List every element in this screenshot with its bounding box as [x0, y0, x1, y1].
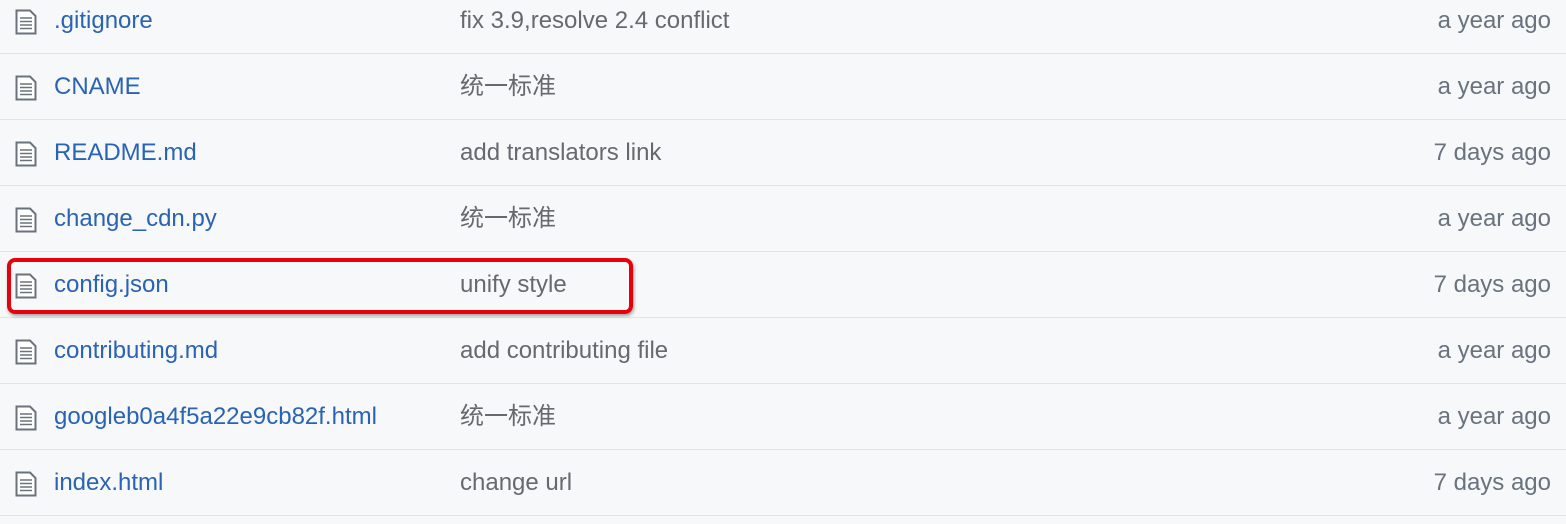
file-text-icon	[15, 405, 37, 431]
file-row-cname: CNAME 统一标准 a year ago	[0, 54, 1566, 120]
commit-message-link[interactable]: fix 3.9,resolve 2.4 conflict	[460, 6, 729, 36]
commit-message-link[interactable]: add contributing file	[460, 336, 668, 366]
file-text-icon	[15, 141, 37, 167]
file-name-link[interactable]: index.html	[54, 468, 163, 498]
file-row-config-json: config.json unify style 7 days ago	[0, 252, 1566, 318]
file-row-index-html: index.html change url 7 days ago	[0, 450, 1566, 516]
commit-age: 7 days ago	[1433, 271, 1551, 298]
file-name-link[interactable]: contributing.md	[54, 336, 218, 366]
commit-age: a year ago	[1437, 7, 1551, 34]
file-name-link[interactable]: googleb0a4f5a22e9cb82f.html	[54, 402, 377, 432]
file-text-icon	[15, 75, 37, 101]
file-text-icon	[15, 471, 37, 497]
file-row-readme: README.md add translators link 7 days ag…	[0, 120, 1566, 186]
commit-age: a year ago	[1437, 73, 1551, 100]
commit-age: a year ago	[1437, 205, 1551, 232]
commit-age: a year ago	[1437, 403, 1551, 430]
commit-message-link[interactable]: 统一标准	[460, 204, 556, 234]
file-name-link[interactable]: config.json	[54, 270, 169, 300]
commit-message-link[interactable]: 统一标准	[460, 402, 556, 432]
file-text-icon	[15, 339, 37, 365]
file-text-icon	[15, 207, 37, 233]
commit-message-link[interactable]: 统一标准	[460, 72, 556, 102]
file-name-link[interactable]: README.md	[54, 138, 197, 168]
file-text-icon	[15, 273, 37, 299]
commit-message-link[interactable]: unify style	[460, 270, 567, 300]
file-name-link[interactable]: change_cdn.py	[54, 204, 217, 234]
commit-message-link[interactable]: add translators link	[460, 138, 661, 168]
commit-age: 7 days ago	[1433, 139, 1551, 166]
file-row-change-cdn: change_cdn.py 统一标准 a year ago	[0, 186, 1566, 252]
commit-age: a year ago	[1437, 337, 1551, 364]
file-text-icon	[15, 9, 37, 35]
file-name-link[interactable]: CNAME	[54, 72, 141, 102]
file-row-contributing: contributing.md add contributing file a …	[0, 318, 1566, 384]
file-row-gitignore: .gitignore fix 3.9,resolve 2.4 conflict …	[0, 0, 1566, 54]
commit-age: 7 days ago	[1433, 469, 1551, 496]
commit-message-link[interactable]: change url	[460, 468, 572, 498]
file-row-google-html: googleb0a4f5a22e9cb82f.html 统一标准 a year …	[0, 384, 1566, 450]
file-list: .gitignore fix 3.9,resolve 2.4 conflict …	[0, 0, 1566, 524]
file-name-link[interactable]: .gitignore	[54, 6, 153, 36]
